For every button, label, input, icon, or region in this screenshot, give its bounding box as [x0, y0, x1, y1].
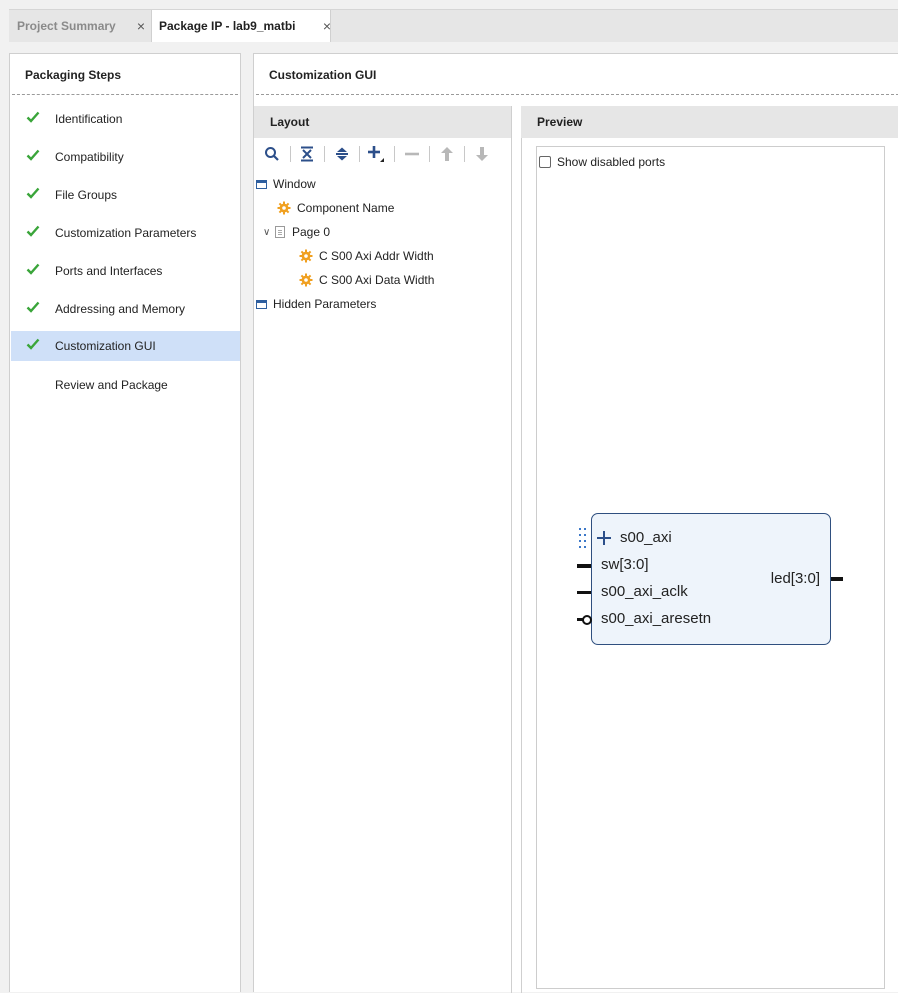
- step-identification[interactable]: Identification: [11, 104, 240, 134]
- splitter[interactable]: [521, 106, 522, 993]
- toolbar-separator: [394, 146, 395, 162]
- editor-tab-bar: Project Summary × Package IP - lab9_matb…: [9, 9, 898, 42]
- remove-icon: [402, 144, 422, 164]
- step-customization-parameters[interactable]: Customization Parameters: [11, 218, 240, 248]
- toolbar-separator: [359, 146, 360, 162]
- toolbar-separator: [290, 146, 291, 162]
- step-label: Customization Parameters: [55, 226, 197, 240]
- layout-header: Layout: [254, 106, 511, 138]
- port-led: led[3:0]: [770, 570, 820, 587]
- tree-item-data-width[interactable]: C S00 Axi Data Width: [299, 270, 434, 290]
- interface-handle-icon[interactable]: [579, 528, 587, 548]
- checkmark-icon: [26, 263, 40, 275]
- step-compatibility[interactable]: Compatibility: [11, 142, 240, 172]
- port-pin: [577, 591, 591, 594]
- tab-label: Package IP - lab9_matbi: [159, 19, 296, 33]
- tree-item-hidden-parameters[interactable]: Hidden Parameters: [256, 294, 376, 314]
- tree-label: Page 0: [292, 225, 331, 239]
- checkbox[interactable]: [539, 156, 551, 168]
- splitter[interactable]: [511, 106, 512, 993]
- gear-icon: [277, 201, 291, 215]
- port-s00-axi-aclk: s00_axi_aclk: [601, 583, 688, 600]
- step-label: Addressing and Memory: [55, 302, 186, 316]
- preview-title: Preview: [537, 115, 583, 129]
- step-customization-gui[interactable]: Customization GUI: [11, 331, 240, 361]
- expand-interface-icon[interactable]: [597, 531, 611, 545]
- step-label: Compatibility: [55, 150, 124, 164]
- customization-gui-panel: Customization GUI Layout Window Componen…: [253, 53, 898, 993]
- step-file-groups[interactable]: File Groups: [11, 180, 240, 210]
- checkmark-icon: [26, 111, 40, 123]
- step-label: Identification: [55, 112, 123, 126]
- tab-package-ip[interactable]: Package IP - lab9_matbi ×: [151, 10, 331, 42]
- preview-header: Preview: [521, 106, 898, 138]
- tree-item-page-0[interactable]: ∨ Page 0: [263, 222, 330, 242]
- checkmark-icon: [26, 225, 40, 237]
- tree-label: C S00 Axi Data Width: [319, 273, 435, 287]
- tab-label: Project Summary: [17, 19, 116, 33]
- port-s00-axi: s00_axi: [620, 529, 672, 546]
- tree-item-component-name[interactable]: Component Name: [277, 198, 394, 218]
- step-review-and-package[interactable]: Review and Package: [11, 370, 240, 400]
- move-down-icon: [472, 144, 492, 164]
- layout-title: Layout: [270, 115, 310, 129]
- page-title: Customization GUI: [269, 68, 377, 82]
- step-label: Ports and Interfaces: [55, 264, 163, 278]
- toolbar-separator: [324, 146, 325, 162]
- port-pin: [577, 564, 591, 568]
- divider: [12, 94, 238, 95]
- search-icon[interactable]: [262, 144, 282, 164]
- checkmark-icon: [26, 187, 40, 199]
- checkbox-label: Show disabled ports: [557, 155, 666, 169]
- collapse-all-icon[interactable]: [297, 144, 317, 164]
- close-icon[interactable]: ×: [323, 19, 331, 33]
- checkmark-icon: [26, 149, 40, 161]
- tree-label: Window: [273, 177, 316, 191]
- page-icon: [275, 226, 285, 238]
- toolbar-separator: [464, 146, 465, 162]
- toolbar-separator: [429, 146, 430, 162]
- step-addressing-and-memory[interactable]: Addressing and Memory: [11, 294, 240, 324]
- tree-label: C S00 Axi Addr Width: [319, 249, 434, 263]
- tree-item-addr-width[interactable]: C S00 Axi Addr Width: [299, 246, 434, 266]
- ip-block[interactable]: s00_axi sw[3:0] s00_axi_aclk s00_axi_are…: [591, 513, 831, 645]
- tree-item-window[interactable]: Window: [256, 174, 316, 194]
- port-pin: [831, 577, 843, 581]
- add-icon[interactable]: [366, 144, 386, 164]
- layout-toolbar: [254, 140, 511, 168]
- show-disabled-ports-checkbox[interactable]: Show disabled ports: [539, 155, 665, 169]
- step-label: Customization GUI: [55, 339, 156, 353]
- window-icon: [256, 299, 267, 309]
- divider: [256, 94, 898, 95]
- tab-project-summary[interactable]: Project Summary ×: [9, 10, 151, 42]
- port-sw: sw[3:0]: [601, 556, 649, 573]
- chevron-down-icon[interactable]: ∨: [263, 227, 273, 238]
- step-label: Review and Package: [55, 378, 168, 392]
- checkmark-icon: [26, 301, 40, 313]
- window-icon: [256, 179, 267, 189]
- expand-all-icon[interactable]: [332, 144, 352, 164]
- gear-icon: [299, 249, 313, 263]
- move-up-icon: [437, 144, 457, 164]
- packaging-steps-panel: Packaging Steps Identification Compatibi…: [9, 53, 241, 992]
- tree-label: Component Name: [297, 201, 395, 215]
- port-s00-axi-aresetn: s00_axi_aresetn: [601, 610, 712, 627]
- checkmark-icon: [26, 338, 40, 350]
- close-icon[interactable]: ×: [137, 19, 145, 33]
- panel-title: Packaging Steps: [25, 68, 122, 82]
- active-low-pin: [582, 615, 592, 625]
- step-label: File Groups: [55, 188, 118, 202]
- step-ports-and-interfaces[interactable]: Ports and Interfaces: [11, 256, 240, 286]
- gear-icon: [299, 273, 313, 287]
- tree-label: Hidden Parameters: [273, 297, 377, 311]
